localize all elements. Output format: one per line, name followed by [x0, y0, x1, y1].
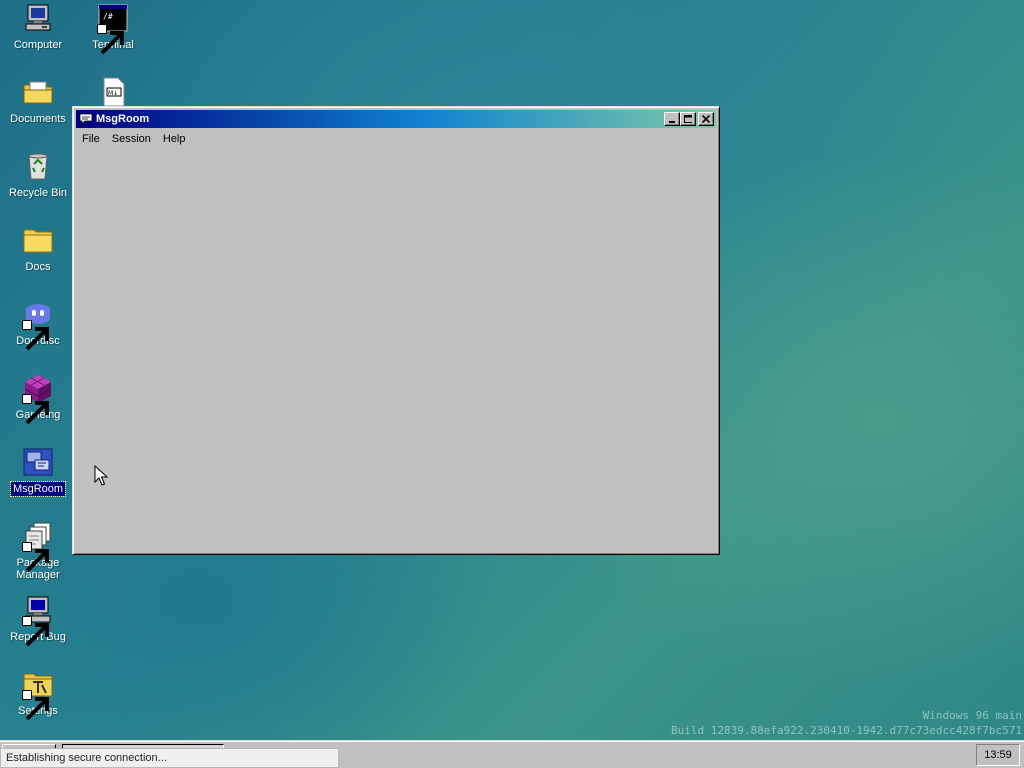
- package-manager-icon: [22, 520, 54, 573]
- desktop-icon-package-manager[interactable]: Package Manager: [0, 520, 76, 582]
- desktop-icon-label: MsgRoom: [9, 481, 67, 497]
- window-client-area[interactable]: [76, 149, 716, 551]
- menu-help[interactable]: Help: [157, 130, 192, 148]
- msgroom-icon: [22, 446, 54, 478]
- desktop-icon-settings[interactable]: Settings: [0, 668, 76, 721]
- shortcut-arrow-icon: [22, 690, 49, 721]
- doordisc-icon: [22, 298, 54, 351]
- menu-file[interactable]: File: [76, 130, 106, 148]
- desktop-icon-gameing[interactable]: Gameing: [0, 372, 76, 425]
- shortcut-arrow-icon: [22, 616, 49, 647]
- recycle-bin-icon: [22, 150, 54, 182]
- menu-session[interactable]: Session: [106, 130, 157, 148]
- taskbar-clock[interactable]: 13:59: [976, 744, 1020, 766]
- svg-text:M↓: M↓: [108, 90, 118, 97]
- shortcut-arrow-icon: [22, 394, 49, 425]
- minimize-icon: [669, 121, 675, 123]
- settings-icon: [22, 668, 54, 721]
- markdown-file-icon: M↓: [97, 76, 129, 108]
- computer-icon: [22, 2, 54, 34]
- minimize-button[interactable]: [664, 112, 680, 126]
- shortcut-arrow-icon: [22, 542, 49, 573]
- desktop: Computer /# Terminal Documents M↓ Recycl…: [0, 0, 1024, 768]
- desktop-icon-report-bug[interactable]: Report Bug: [0, 594, 76, 647]
- desktop-icon-terminal[interactable]: /# Terminal: [75, 2, 151, 55]
- maximize-icon: [684, 115, 692, 123]
- build-info: Windows 96 main Build 12839.88efa922.230…: [671, 708, 1022, 738]
- desktop-icon-label: Documents: [10, 113, 66, 125]
- desktop-icon-label: Docs: [25, 261, 51, 273]
- window-menu-bar: File Session Help: [76, 130, 716, 148]
- maximize-button[interactable]: [680, 112, 696, 126]
- desktop-icon-label: Recycle Bin: [8, 187, 68, 199]
- build-info-build: Build 12839.88efa922.230410-1942.d77c73e…: [671, 724, 1022, 737]
- folder-icon: [22, 224, 54, 256]
- desktop-icon-documents[interactable]: Documents: [0, 76, 76, 126]
- msgroom-window[interactable]: MsgRoom File Session Help: [72, 106, 720, 555]
- report-bug-icon: [22, 594, 54, 647]
- shortcut-arrow-icon: [97, 24, 124, 55]
- gameing-icon: [22, 372, 54, 425]
- terminal-icon: /#: [97, 2, 129, 55]
- shortcut-arrow-icon: [22, 320, 49, 351]
- desktop-icon-docs[interactable]: Docs: [0, 224, 76, 274]
- status-notification: Establishing secure connection...: [0, 748, 339, 768]
- desktop-icon-msgroom[interactable]: MsgRoom: [0, 446, 76, 497]
- close-icon: [702, 115, 710, 123]
- close-button[interactable]: [698, 112, 714, 126]
- desktop-icon-label: Computer: [13, 39, 63, 51]
- chat-bubble-icon: [79, 112, 93, 126]
- desktop-icon-recycle-bin[interactable]: Recycle Bin: [0, 150, 76, 200]
- documents-folder-icon: [22, 76, 54, 108]
- svg-text:/#: /#: [103, 12, 113, 21]
- build-info-product: Windows 96 main: [922, 709, 1022, 722]
- window-title: MsgRoom: [96, 113, 150, 125]
- window-title-bar[interactable]: MsgRoom: [76, 110, 716, 128]
- desktop-icon-doordisc[interactable]: Doordisc: [0, 298, 76, 351]
- desktop-icon-computer[interactable]: Computer: [0, 2, 76, 52]
- mouse-cursor-icon: [94, 465, 108, 486]
